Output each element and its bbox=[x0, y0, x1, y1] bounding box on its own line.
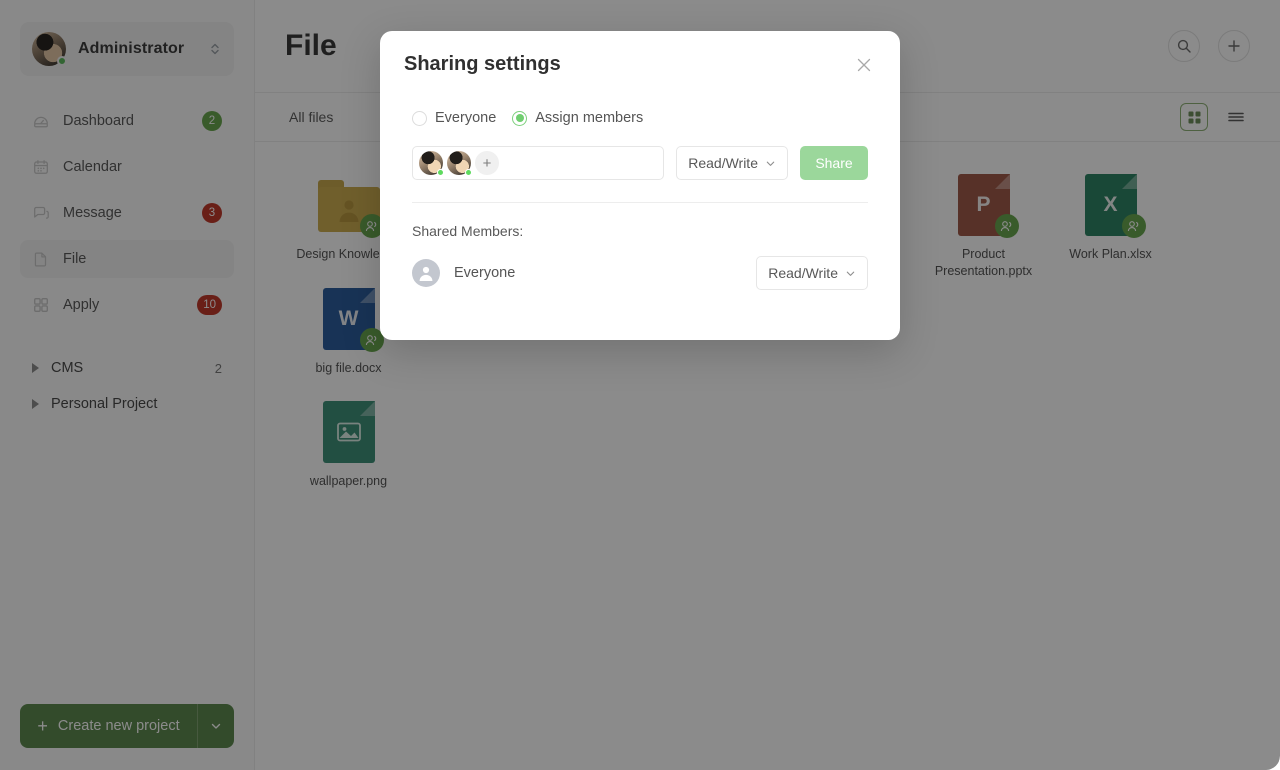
modal-body: Everyone Assign members + Read/Write Sha… bbox=[380, 110, 900, 290]
radio-indicator-selected bbox=[512, 110, 528, 126]
scope-radio-group: Everyone Assign members bbox=[412, 110, 868, 126]
sharing-settings-dialog: Sharing settings Everyone Assign members bbox=[380, 31, 900, 340]
shared-member-name: Everyone bbox=[454, 265, 516, 281]
modal-header: Sharing settings bbox=[380, 31, 900, 77]
app-root: Administrator Dashboard 2 Calendar Messa… bbox=[0, 0, 1280, 770]
close-button[interactable] bbox=[852, 53, 876, 77]
member-chips-input[interactable]: + bbox=[412, 146, 665, 180]
shared-members-label: Shared Members: bbox=[412, 223, 524, 239]
online-status-dot bbox=[437, 169, 444, 176]
radio-indicator bbox=[412, 110, 427, 126]
permission-value: Read/Write bbox=[768, 265, 838, 281]
radio-assign-members[interactable]: Assign members bbox=[512, 110, 643, 126]
divider bbox=[412, 202, 868, 203]
chevron-down-icon bbox=[846, 271, 855, 276]
online-status-dot bbox=[465, 169, 472, 176]
member-chip[interactable] bbox=[447, 151, 472, 176]
share-button[interactable]: Share bbox=[800, 146, 868, 180]
close-icon bbox=[857, 58, 871, 72]
modal-title: Sharing settings bbox=[404, 53, 561, 75]
assign-members-row: + Read/Write Share bbox=[412, 146, 868, 180]
person-icon bbox=[419, 266, 433, 281]
chevron-down-icon bbox=[766, 161, 775, 166]
permission-value: Read/Write bbox=[688, 155, 758, 171]
avatar bbox=[412, 259, 440, 287]
radio-label: Assign members bbox=[535, 110, 644, 126]
member-chip[interactable] bbox=[419, 151, 444, 176]
permission-dropdown[interactable]: Read/Write bbox=[676, 146, 788, 180]
radio-everyone[interactable]: Everyone bbox=[412, 110, 496, 126]
add-member-button[interactable]: + bbox=[475, 151, 499, 175]
shared-member-permission-dropdown[interactable]: Read/Write bbox=[756, 256, 868, 290]
radio-label: Everyone bbox=[435, 110, 497, 126]
shared-member-row: Everyone Read/Write bbox=[412, 256, 868, 290]
